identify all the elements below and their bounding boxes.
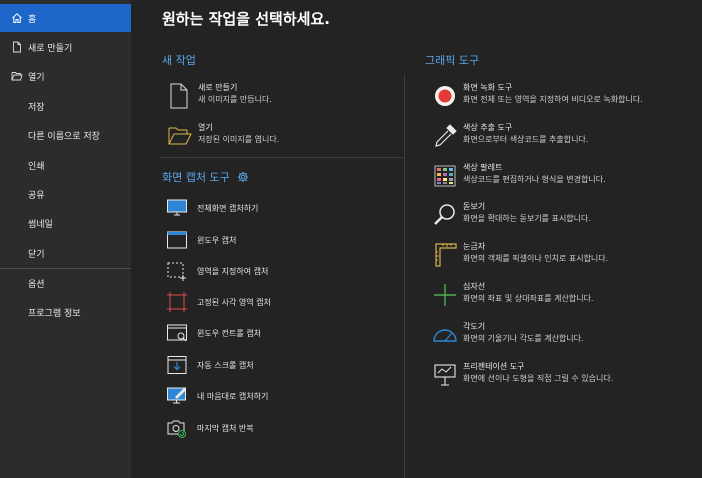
entry-title: 열기 [198, 123, 213, 132]
freehand-capture-icon [166, 385, 188, 407]
screen-recorder-entry[interactable]: 화면 녹화 도구 화면 전체 또는 영역을 지정하여 비디오로 녹화합니다. [431, 82, 643, 110]
sidebar-item-print[interactable]: 인쇄 [0, 151, 131, 179]
region-select-icon [166, 260, 188, 282]
entry-description: 저장된 이미지를 엽니다. [198, 135, 280, 144]
capture-item-label: 고정된 사각 영역 캡처 [197, 297, 271, 307]
capture-item-label: 윈도우 캡처 [197, 235, 237, 245]
capture-repeat-item[interactable]: 마지막 캡처 반복 [166, 417, 254, 439]
sidebar-item-about[interactable]: 프로그램 정보 [0, 298, 131, 326]
entry-description: 화면을 확대하는 돋보기를 표시합니다. [463, 214, 591, 223]
capture-item-label: 윈도우 컨트롤 캡처 [197, 328, 261, 338]
home-icon [11, 12, 23, 24]
sidebar-item-label: 다른 이름으로 저장 [28, 131, 100, 142]
sidebar-item-home[interactable]: 홈 [0, 4, 131, 32]
sidebar-item-label: 새로 만들기 [28, 43, 73, 54]
page-title: 원하는 작업을 선택하세요. [162, 10, 330, 28]
sidebar-item-label: 홈 [28, 14, 37, 25]
sidebar-item-label: 프로그램 정보 [28, 308, 81, 319]
gear-icon[interactable] [237, 171, 249, 183]
color-picker-entry[interactable]: 색상 추출 도구 화면으로부터 색상코드를 추출합니다. [431, 122, 588, 150]
presentation-entry[interactable]: 프리젠테이션 도구 화면에 선이나 도형을 직접 그릴 수 있습니다. [431, 361, 613, 389]
capture-fullscreen-item[interactable]: 전체화면 캡처하기 [166, 197, 258, 219]
crosshair-entry[interactable]: 십자선 화면의 좌표 및 상대좌표를 계산합니다. [431, 281, 593, 309]
capture-item-label: 전체화면 캡처하기 [197, 203, 259, 213]
capture-tools-heading: 화면 캡처 도구 [162, 169, 249, 185]
capture-item-label: 마지막 캡처 반복 [197, 423, 254, 433]
graphic-tools-heading: 그래픽 도구 [425, 54, 480, 67]
section-divider [160, 157, 403, 158]
capture-window-control-item[interactable]: 윈도우 컨트롤 캡처 [166, 322, 261, 344]
sidebar-item-label: 열기 [28, 72, 45, 83]
open-folder-icon [11, 70, 23, 82]
ruler-icon [431, 241, 459, 269]
sidebar-item-open[interactable]: 열기 [0, 62, 131, 90]
new-task-heading: 새 작업 [162, 54, 196, 67]
capture-scroll-item[interactable]: 자동 스크롤 캡처 [166, 354, 254, 376]
sidebar-item-save-as[interactable]: 다른 이름으로 저장 [0, 121, 131, 149]
sidebar-item-label: 썸네일 [28, 219, 53, 230]
column-divider [404, 74, 405, 478]
entry-description: 화면의 좌표 및 상대좌표를 계산합니다. [463, 294, 594, 303]
sidebar-item-thumbnail[interactable]: 썸네일 [0, 209, 131, 237]
repeat-capture-icon [166, 417, 188, 439]
entry-title: 화면 녹화 도구 [463, 83, 513, 92]
sidebar-item-label: 공유 [28, 190, 45, 201]
ruler-entry[interactable]: 눈금자 화면의 객체를 픽셀이나 인치로 표시합니다. [431, 241, 608, 269]
magnifier-icon [431, 201, 459, 229]
capture-tools-heading-label: 화면 캡처 도구 [162, 171, 230, 184]
capture-fixed-region-item[interactable]: 고정된 사각 영역 캡처 [166, 291, 271, 313]
record-icon [431, 82, 459, 110]
entry-description: 화면에 선이나 도형을 직접 그릴 수 있습니다. [463, 374, 614, 383]
fixed-region-icon [166, 291, 188, 313]
capture-region-item[interactable]: 영역을 지정하여 캡처 [166, 260, 268, 282]
sidebar-item-label: 옵션 [28, 279, 45, 290]
monitor-icon [166, 197, 188, 219]
entry-title: 색상 팔레트 [463, 163, 503, 172]
capture-item-label: 영역을 지정하여 캡처 [197, 266, 269, 276]
entry-description: 화면으로부터 색상코드를 추출합니다. [463, 135, 589, 144]
capture-item-label: 자동 스크롤 캡처 [197, 360, 254, 370]
protractor-entry[interactable]: 각도기 화면의 기울기나 각도를 계산합니다. [431, 321, 584, 349]
sidebar-item-label: 인쇄 [28, 161, 45, 172]
sidebar-item-share[interactable]: 공유 [0, 180, 131, 208]
color-palette-entry[interactable]: 색상 팔레트 색상코드를 편집하거나 형식을 변경합니다. [431, 162, 606, 190]
entry-title: 새로 만들기 [198, 83, 238, 92]
entry-description: 화면 전체 또는 영역을 지정하여 비디오로 녹화합니다. [463, 95, 643, 104]
entry-title: 각도기 [463, 322, 486, 331]
presentation-icon [431, 361, 459, 389]
entry-title: 프리젠테이션 도구 [463, 362, 525, 371]
window-control-icon [166, 322, 188, 344]
open-folder-icon [166, 122, 194, 150]
entry-description: 색상코드를 편집하거나 형식을 변경합니다. [463, 175, 606, 184]
magnifier-entry[interactable]: 돋보기 화면을 확대하는 돋보기를 표시합니다. [431, 201, 591, 229]
entry-title: 십자선 [463, 282, 486, 291]
entry-description: 화면의 기울기나 각도를 계산합니다. [463, 334, 584, 343]
eyedropper-icon [431, 122, 459, 150]
entry-description: 화면의 객체를 픽셀이나 인치로 표시합니다. [463, 254, 609, 263]
new-image-entry[interactable]: 새로 만들기 새 이미지를 만듭니다. [166, 82, 272, 110]
protractor-icon [431, 321, 459, 349]
sidebar-item-save[interactable]: 저장 [0, 92, 131, 120]
sidebar-item-label: 저장 [28, 102, 45, 113]
entry-title: 눈금자 [463, 242, 486, 251]
entry-title: 색상 추출 도구 [463, 123, 513, 132]
window-icon [166, 229, 188, 251]
sidebar-item-options[interactable]: 옵션 [0, 269, 131, 297]
crosshair-icon [431, 281, 459, 309]
capture-window-item[interactable]: 윈도우 캡처 [166, 229, 236, 251]
sidebar-item-label: 닫기 [28, 249, 45, 260]
new-document-icon [166, 82, 194, 110]
palette-icon [431, 162, 459, 190]
open-image-entry[interactable]: 열기 저장된 이미지를 엽니다. [166, 122, 279, 150]
new-file-icon [11, 41, 23, 53]
sidebar-item-close[interactable]: 닫기 [0, 239, 131, 267]
capture-freehand-item[interactable]: 내 마음대로 캡처하기 [166, 385, 268, 407]
entry-title: 돋보기 [463, 202, 486, 211]
entry-description: 새 이미지를 만듭니다. [198, 95, 272, 104]
sidebar: 홈 새로 만들기 열기 저장 다른 이름으로 저장 인쇄 공유 썸네일 닫기 옵… [0, 0, 131, 478]
capture-item-label: 내 마음대로 캡처하기 [197, 391, 269, 401]
scroll-capture-icon [166, 354, 188, 376]
sidebar-item-new[interactable]: 새로 만들기 [0, 33, 131, 61]
